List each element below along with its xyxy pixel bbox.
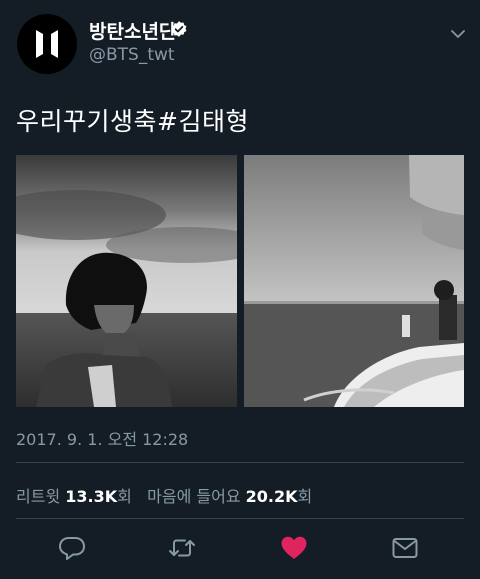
reply-icon[interactable]: [58, 535, 86, 561]
tweet-text: 우리꾸기생축#김태형: [16, 107, 249, 136]
likes-unit: 회: [297, 487, 313, 506]
bts-logo-icon: [36, 30, 58, 58]
tweet-stats: 리트윗 13.3K회 마음에 들어요 20.2K회: [16, 483, 312, 507]
retweets-unit: 회: [117, 487, 132, 506]
tweet-timestamp[interactable]: 2017. 9. 1. 오전 12:28: [16, 426, 188, 450]
divider: [16, 518, 464, 519]
retweets-label[interactable]: 리트윗: [16, 487, 60, 506]
tweet-photo-portrait[interactable]: [16, 155, 237, 407]
likes-label[interactable]: 마음에 들어요: [147, 487, 240, 506]
verified-badge-icon: [171, 21, 187, 37]
tweet-photo-balcony[interactable]: [244, 155, 464, 407]
retweet-icon[interactable]: [168, 535, 196, 561]
chevron-down-icon[interactable]: [450, 28, 466, 40]
envelope-icon[interactable]: [391, 535, 419, 561]
likes-count[interactable]: 20.2K: [246, 487, 298, 506]
heart-icon[interactable]: [280, 535, 308, 561]
avatar[interactable]: [17, 14, 77, 74]
divider: [16, 462, 464, 463]
display-name[interactable]: 방탄소년단: [89, 17, 176, 44]
user-handle[interactable]: @BTS_twt: [89, 45, 175, 65]
retweets-count[interactable]: 13.3K: [65, 487, 117, 506]
